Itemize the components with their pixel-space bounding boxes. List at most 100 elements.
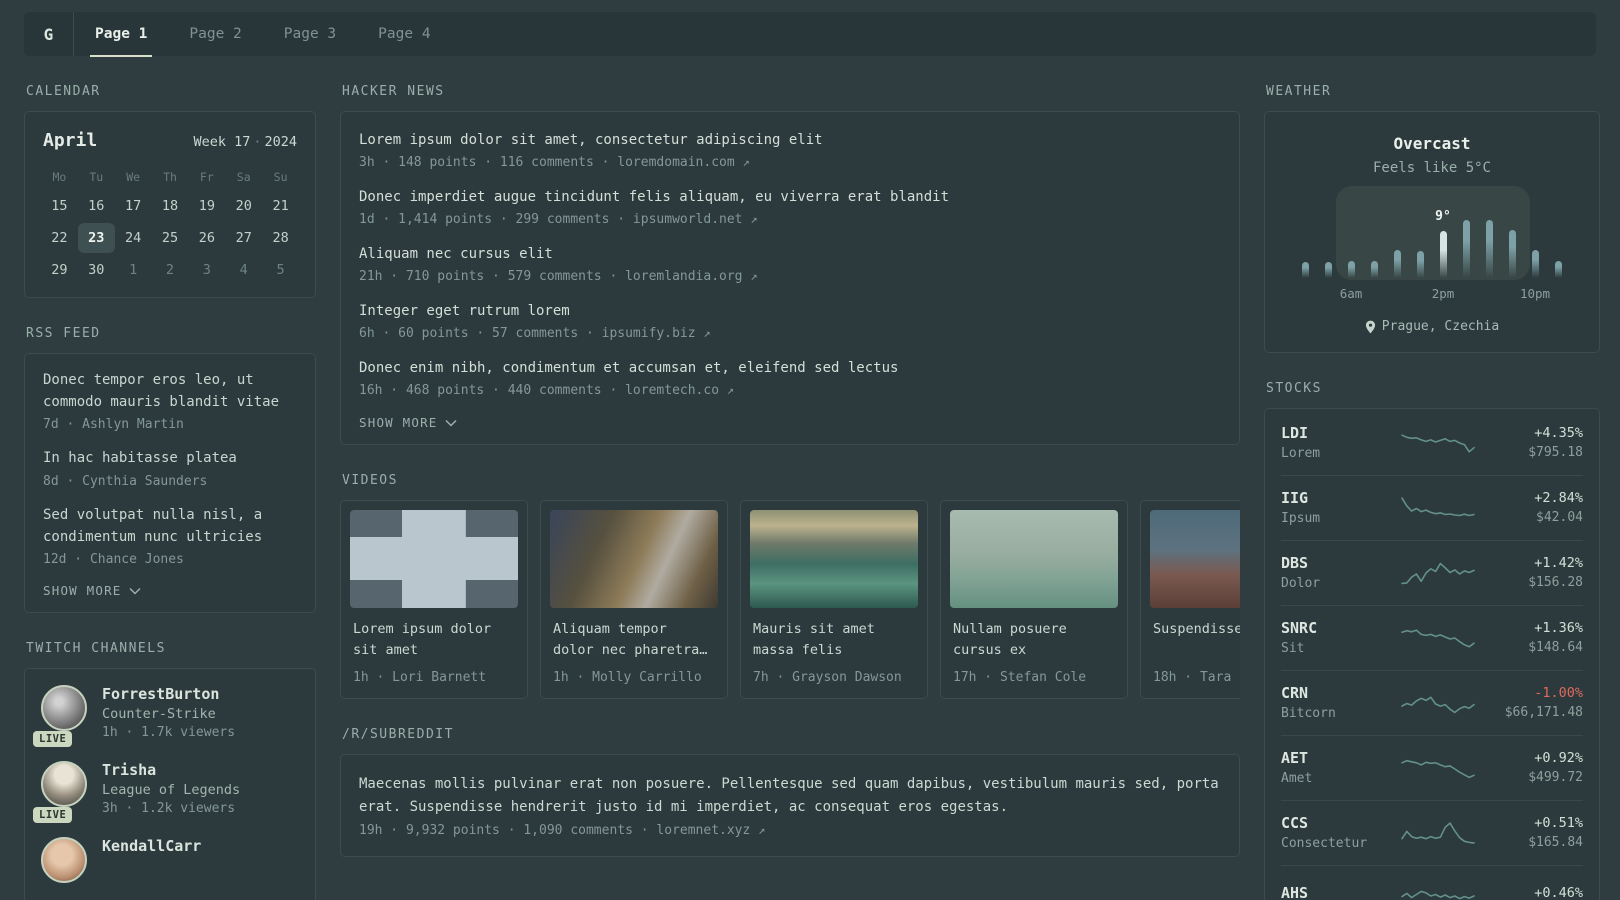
channel-info: ForrestBurton Counter-Strike 1h · 1.7k v…	[102, 685, 235, 740]
calendar-day-next-month: 3	[202, 262, 211, 278]
stock-price: $156.28	[1528, 575, 1583, 590]
reddit-post-title[interactable]: Maecenas mollis pulvinar erat non posuer…	[359, 773, 1221, 819]
stock-row[interactable]: AHS +0.46%	[1281, 865, 1583, 900]
stock-price: $795.18	[1528, 445, 1583, 460]
stock-price: $66,171.48	[1504, 705, 1583, 720]
stock-name: Lorem	[1281, 446, 1321, 461]
show-more-label: SHOW MORE	[359, 415, 438, 430]
hn-post: Aliquam nec cursus elit 21h · 710 points…	[359, 244, 1221, 284]
video-card[interactable]: Suspendisse diam 18h · Tara	[1140, 500, 1240, 699]
stock-row[interactable]: CRN Bitcorn -1.00% $66,171.48	[1281, 670, 1583, 735]
top-nav: G Page 1 Page 2 Page 3 Page 4	[24, 12, 1596, 57]
twitch-channel-row[interactable]: LIVE ForrestBurton Counter-Strike 1h · 1…	[33, 685, 299, 748]
weather-feels-like: Feels like 5°C	[1372, 160, 1491, 176]
stock-sparkline	[1401, 433, 1475, 453]
hn-post-title[interactable]: Lorem ipsum dolor sit amet, consectetur …	[359, 130, 1221, 151]
stock-symbol: SNRC	[1281, 619, 1318, 637]
channel-game: League of Legends	[102, 782, 241, 799]
weather-section-title: WEATHER	[1266, 84, 1332, 99]
channel-name: KendallCarr	[102, 837, 202, 856]
weather-bar	[1463, 220, 1470, 278]
video-card[interactable]: Mauris sit amet massa felis 7h · Grayson…	[740, 500, 928, 699]
tab-label: Page 2	[189, 26, 242, 42]
rss-item-meta: 8d · Cynthia Saunders	[43, 474, 208, 490]
hn-post-title[interactable]: Donec enim nibh, condimentum et accumsan…	[359, 358, 1221, 379]
video-title: Mauris sit amet massa felis	[753, 621, 875, 658]
columns-layout: CALENDAR April Week 17 · 2024 Mo Tu We Th …	[0, 56, 1620, 900]
weather-bar	[1302, 262, 1309, 278]
tab-page-2[interactable]: Page 2	[168, 12, 262, 56]
hn-show-more-button[interactable]: SHOW MORE	[359, 415, 457, 430]
chevron-down-icon	[445, 419, 457, 427]
hn-post: Donec enim nibh, condimentum et accumsan…	[359, 358, 1221, 398]
twitch-channel-row[interactable]: LIVE Trisha League of Legends 3h · 1.2k …	[33, 761, 299, 824]
stock-symbol: CCS	[1281, 814, 1309, 832]
stock-row[interactable]: IIG Ipsum +2.84% $42.04	[1281, 475, 1583, 540]
app-logo[interactable]: G	[24, 12, 74, 56]
tab-page-1[interactable]: Page 1	[74, 12, 168, 57]
video-meta: 17h · Stefan Cole	[953, 670, 1087, 685]
rss-section-title: RSS FEED	[26, 326, 101, 341]
rss-item-title[interactable]: Donec tempor eros leo, ut commodo mauris…	[43, 370, 297, 413]
stock-row[interactable]: AET Amet +0.92% $499.72	[1281, 735, 1583, 800]
weekday-label: Tu	[89, 170, 104, 184]
weather-bar	[1417, 251, 1424, 278]
video-thumbnail	[350, 510, 518, 608]
rss-item-title[interactable]: Sed volutpat nulla nisl, a condimentum n…	[43, 505, 297, 548]
hn-post-title[interactable]: Integer eget rutrum lorem	[359, 301, 1221, 322]
weather-bar	[1555, 261, 1562, 278]
calendar-day: 27	[235, 230, 252, 246]
stock-change: +0.46%	[1534, 885, 1583, 900]
rss-item: In hac habitasse platea 8d · Cynthia Sau…	[43, 448, 297, 489]
video-meta: 1h · Lori Barnett	[353, 670, 487, 685]
meta-text: 3h · 148 points · 116 comments · loremdo…	[359, 155, 735, 170]
tab-page-4[interactable]: Page 4	[357, 12, 451, 56]
live-badge: LIVE	[33, 807, 73, 824]
external-link-icon: ↗	[750, 212, 758, 226]
weather-bar	[1394, 250, 1401, 278]
calendar-day: 15	[51, 198, 68, 214]
calendar-month: April	[43, 130, 98, 151]
calendar-day: 21	[272, 198, 289, 214]
rss-show-more-button[interactable]: SHOW MORE	[43, 583, 141, 598]
stock-name: Consectetur	[1281, 836, 1368, 851]
stock-change: +1.36%	[1534, 620, 1583, 636]
rss-item-title[interactable]: In hac habitasse platea	[43, 448, 297, 470]
avatar	[41, 837, 87, 884]
hn-post-title[interactable]: Aliquam nec cursus elit	[359, 244, 1221, 265]
video-card[interactable]: Nullam posuere cursus ex 17h · Stefan Co…	[940, 500, 1128, 699]
hn-post-title[interactable]: Donec imperdiet augue tincidunt felis al…	[359, 187, 1221, 208]
twitch-channel-row[interactable]: KendallCarr	[41, 837, 299, 884]
stock-change: +0.92%	[1534, 750, 1583, 766]
weather-bar	[1371, 261, 1378, 278]
meta-text: 1d · 1,414 points · 299 comments · ipsum…	[359, 212, 743, 227]
stock-sparkline	[1401, 496, 1475, 516]
hn-post: Donec imperdiet augue tincidunt felis al…	[359, 187, 1221, 227]
chevron-down-icon	[129, 587, 141, 595]
weather-widget: Overcast Feels like 5°C 9° 6am 2pm 10pm …	[1264, 111, 1600, 353]
tab-label: Page 1	[95, 26, 148, 42]
meta-text: 21h · 710 points · 579 comments · loreml…	[359, 269, 743, 284]
rss-item: Donec tempor eros leo, ut commodo mauris…	[43, 370, 297, 432]
weather-bar	[1440, 231, 1447, 278]
tab-page-3[interactable]: Page 3	[263, 12, 357, 56]
video-card[interactable]: Lorem ipsum dolor sit amet consectetu… 1…	[340, 500, 528, 699]
video-card[interactable]: Aliquam tempor dolor nec pharetra… 1h · …	[540, 500, 728, 699]
hn-post-meta: 6h · 60 points · 57 comments · ipsumify.…	[359, 326, 1221, 341]
stock-row[interactable]: SNRC Sit +1.36% $148.64	[1281, 605, 1583, 670]
stock-row[interactable]: LDI Lorem +4.35% $795.18	[1281, 411, 1583, 475]
weekday-label: We	[126, 170, 141, 184]
meta-text: 16h · 468 points · 440 comments · loremt…	[359, 383, 720, 398]
stock-sparkline	[1401, 628, 1475, 648]
subreddit-widget: Maecenas mollis pulvinar erat non posuer…	[340, 754, 1240, 858]
video-thumbnail	[750, 510, 918, 608]
rss-widget: Donec tempor eros leo, ut commodo mauris…	[24, 353, 316, 614]
stock-symbol: AET	[1281, 749, 1309, 767]
stock-row[interactable]: CCS Consectetur +0.51% $165.84	[1281, 800, 1583, 865]
weather-time-axis: 6am 2pm 10pm	[1302, 286, 1562, 302]
twitch-section-title: TWITCH CHANNELS	[26, 641, 166, 657]
calendar-day: 26	[198, 230, 215, 246]
stock-change: +1.42%	[1534, 555, 1583, 571]
calendar-day: 29	[51, 262, 68, 278]
stock-row[interactable]: DBS Dolor +1.42% $156.28	[1281, 540, 1583, 605]
